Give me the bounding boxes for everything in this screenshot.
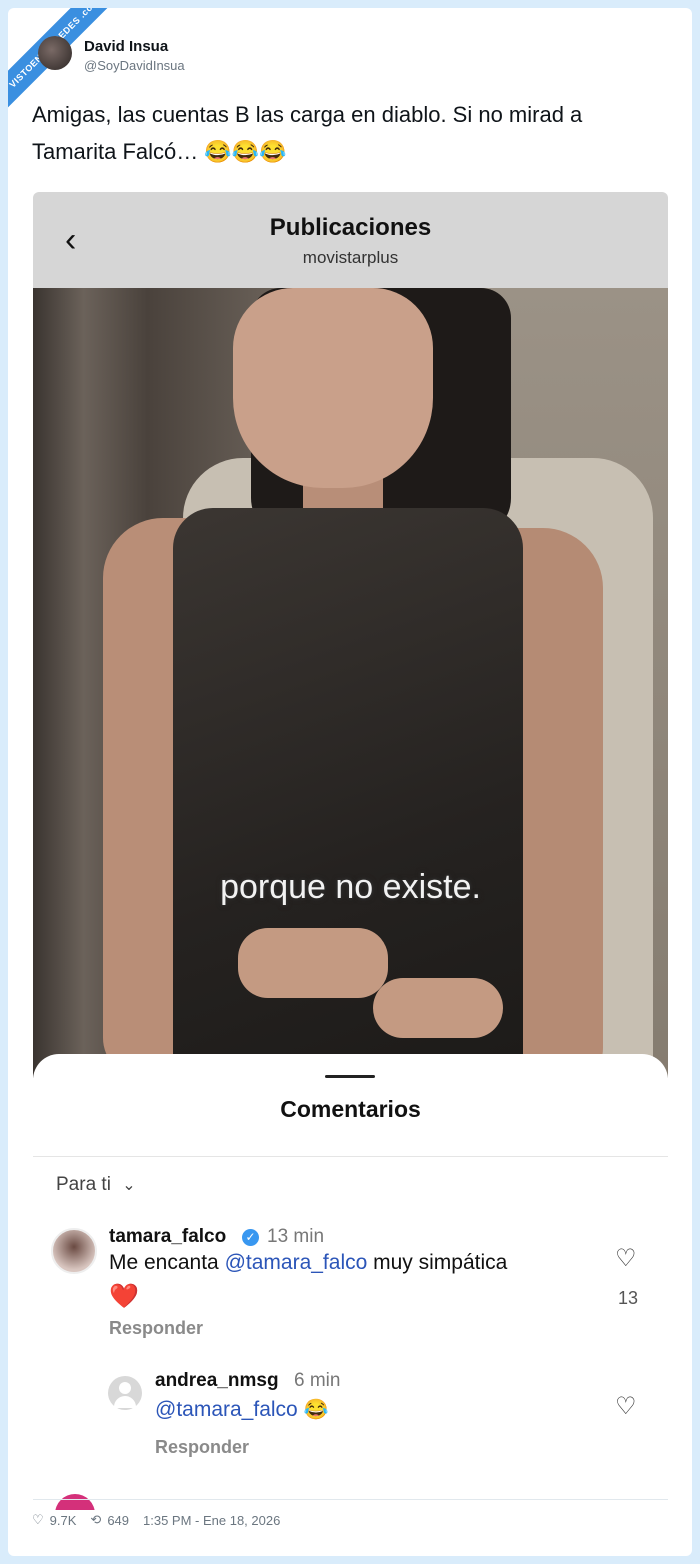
- tweet-card: VISTOENLASREDES .com David Insua @SoyDav…: [8, 8, 692, 1556]
- drag-handle[interactable]: [325, 1075, 375, 1078]
- heart-outline-icon[interactable]: ♡: [615, 1244, 637, 1273]
- heart-outline-icon[interactable]: ♡: [615, 1392, 637, 1421]
- chevron-down-icon: ⌄: [122, 1177, 136, 1194]
- comment-avatar[interactable]: [55, 1494, 95, 1510]
- reply-button[interactable]: Responder: [109, 1318, 203, 1339]
- like-count: 13: [618, 1288, 639, 1308]
- tweet-timestamp[interactable]: 1:35 PM - Ene 18, 2026: [143, 1513, 280, 1528]
- reply-button[interactable]: Responder: [155, 1437, 249, 1458]
- comments-title: Comentarios: [280, 1096, 421, 1122]
- author-avatar[interactable]: [38, 36, 72, 70]
- verified-badge-icon: ✓: [242, 1229, 259, 1246]
- comment-username[interactable]: andrea_nmsg: [155, 1370, 279, 1392]
- comment-mention[interactable]: @tamara_falco: [225, 1251, 368, 1274]
- comment-text-before: Me encanta: [109, 1251, 225, 1274]
- like-count: 9.7K: [49, 1512, 77, 1528]
- author-name[interactable]: David Insua: [84, 38, 168, 55]
- heart-emoji: ❤️: [109, 1283, 139, 1310]
- filter-dropdown[interactable]: Para ti ⌄: [56, 1174, 136, 1196]
- comment-time: 13 min: [267, 1226, 325, 1247]
- retweet-icon[interactable]: ⟲: [90, 1512, 101, 1528]
- ig-header: ‹ Publicaciones movistarplus: [33, 192, 668, 288]
- laughing-emoji: 😂: [303, 1399, 329, 1421]
- comment-text-after: muy simpática: [367, 1251, 508, 1274]
- comment-mention[interactable]: @tamara_falco: [155, 1398, 298, 1421]
- ig-header-subtitle: movistarplus: [302, 248, 399, 267]
- instagram-screenshot[interactable]: ‹ Publicaciones movistarplus porque no e…: [33, 192, 668, 1510]
- comment-avatar[interactable]: [108, 1376, 142, 1410]
- comment-time: 6 min: [294, 1370, 341, 1391]
- comment-username[interactable]: tamara_falco: [109, 1226, 226, 1248]
- tweet-text: Amigas, las cuentas B las carga en diabl…: [32, 102, 583, 164]
- divider: [33, 1156, 668, 1157]
- author-handle[interactable]: @SoyDavidInsua: [84, 58, 185, 73]
- video-frame[interactable]: porque no existe.: [33, 288, 668, 1078]
- filter-label: Para ti: [56, 1174, 111, 1195]
- comment-avatar[interactable]: [51, 1228, 97, 1274]
- heart-icon[interactable]: ♡: [32, 1512, 44, 1528]
- tweet-stats: ♡ 9.7K ⟲ 649 1:35 PM - Ene 18, 2026: [32, 1512, 280, 1528]
- comment-text: Me encanta @tamara_falco muy simpática: [109, 1251, 507, 1275]
- retweet-count: 649: [107, 1512, 130, 1528]
- video-subtitle: porque no existe.: [220, 868, 481, 906]
- ig-header-title: Publicaciones: [269, 214, 432, 241]
- divider: [33, 1499, 668, 1500]
- comment-text: @tamara_falco 😂: [155, 1397, 328, 1422]
- comments-sheet: Comentarios Para ti ⌄ tamara_falco ✓ 13 …: [33, 1054, 668, 1510]
